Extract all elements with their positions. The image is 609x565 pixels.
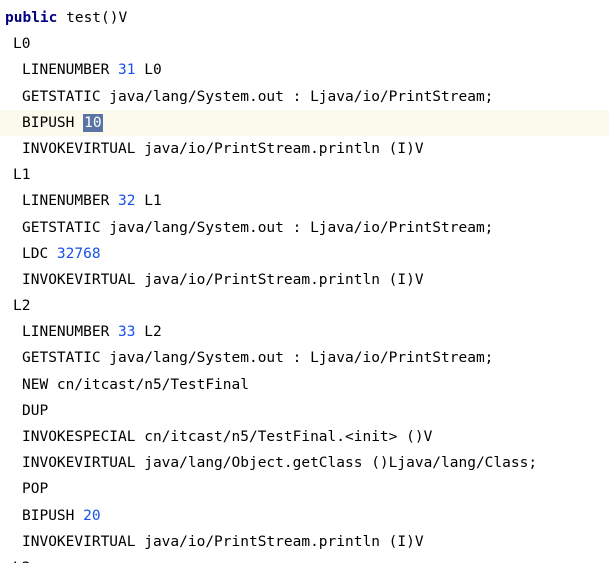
instruction-line[interactable]: GETSTATIC java/lang/System.out : Ljava/i…: [0, 345, 609, 371]
opcode-text: NEW cn/itcast/n5/TestFinal: [22, 376, 249, 393]
code-lines: L0 LINENUMBER 31 L0 GETSTATIC java/lang/Sy…: [0, 31, 609, 563]
opcode-text: DUP: [22, 402, 49, 419]
label-line[interactable]: L3: [0, 555, 609, 563]
instruction-line[interactable]: INVOKESPECIAL cn/itcast/n5/TestFinal.<in…: [0, 424, 609, 450]
method-header-line[interactable]: public test()V: [0, 5, 609, 31]
opcode-text: INVOKEVIRTUAL java/io/PrintStream.printl…: [22, 140, 424, 157]
opcode-text: LINENUMBER: [22, 193, 119, 210]
label-line[interactable]: L0: [0, 31, 609, 57]
number-operand: 32768: [56, 245, 101, 262]
operand-label: L0: [135, 62, 162, 79]
opcode-text: LDC: [22, 245, 57, 262]
instruction-line[interactable]: DUP: [0, 398, 609, 424]
opcode-text: INVOKESPECIAL cn/itcast/n5/TestFinal.<in…: [22, 429, 433, 445]
opcode-text: INVOKEVIRTUAL java/io/PrintStream.printl…: [22, 271, 424, 288]
instruction-line[interactable]: INVOKEVIRTUAL java/io/PrintStream.printl…: [0, 529, 609, 555]
label-text: L0: [13, 36, 31, 53]
label-text: L3: [13, 560, 30, 563]
number-operand: 33: [118, 324, 136, 341]
opcode-text: BIPUSH: [22, 507, 84, 524]
opcode-text: GETSTATIC java/lang/System.out : Ljava/i…: [22, 219, 494, 236]
instruction-line[interactable]: INVOKEVIRTUAL java/io/PrintStream.printl…: [0, 267, 609, 293]
label-line[interactable]: L2: [0, 293, 609, 319]
instruction-line[interactable]: LINENUMBER 33 L2: [0, 319, 609, 345]
number-operand: 31: [118, 62, 136, 79]
selected-number-operand: 10: [83, 113, 103, 132]
instruction-line[interactable]: POP: [0, 476, 609, 502]
instruction-line[interactable]: BIPUSH 10: [0, 109, 609, 136]
bytecode-editor[interactable]: public test()V L0 LINENUMBER 31 L0 GETSTAT…: [0, 5, 609, 563]
instruction-line[interactable]: NEW cn/itcast/n5/TestFinal: [0, 372, 609, 398]
operand-label: L1: [135, 193, 162, 210]
opcode-text: BIPUSH: [22, 114, 84, 131]
opcode-text: GETSTATIC java/lang/System.out : Ljava/i…: [22, 350, 494, 367]
instruction-line[interactable]: GETSTATIC java/lang/System.out : Ljava/i…: [0, 84, 609, 110]
instruction-line[interactable]: INVOKEVIRTUAL java/io/PrintStream.printl…: [0, 136, 609, 162]
instruction-line[interactable]: INVOKEVIRTUAL java/lang/Object.getClass …: [0, 450, 609, 476]
instruction-line[interactable]: GETSTATIC java/lang/System.out : Ljava/i…: [0, 215, 609, 241]
opcode-text: GETSTATIC java/lang/System.out : Ljava/i…: [22, 88, 494, 105]
number-operand: 32: [118, 193, 136, 210]
instruction-line[interactable]: LINENUMBER 32 L1: [0, 188, 609, 214]
label-text: L1: [13, 167, 31, 184]
opcode-text: POP: [22, 481, 49, 498]
opcode-text: LINENUMBER: [22, 62, 119, 79]
public-keyword: public: [5, 10, 58, 26]
instruction-line[interactable]: BIPUSH 20: [0, 503, 609, 529]
label-line[interactable]: L1: [0, 162, 609, 188]
instruction-line[interactable]: LINENUMBER 31 L0: [0, 57, 609, 83]
opcode-text: INVOKEVIRTUAL java/lang/Object.getClass …: [22, 455, 538, 472]
label-text: L2: [13, 298, 31, 315]
method-signature: test()V: [57, 10, 128, 26]
opcode-text: LINENUMBER: [22, 324, 119, 341]
opcode-text: INVOKEVIRTUAL java/io/PrintStream.printl…: [22, 533, 424, 550]
number-operand: 20: [83, 507, 101, 524]
operand-label: L2: [135, 324, 162, 341]
instruction-line[interactable]: LDC 32768: [0, 241, 609, 267]
